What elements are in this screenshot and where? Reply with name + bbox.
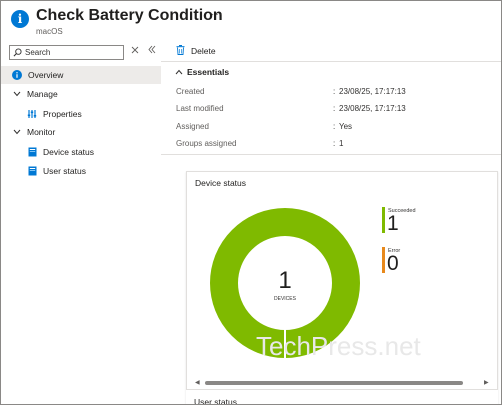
more-options-button[interactable]: ··· <box>211 9 224 20</box>
sidebar-item-properties[interactable]: Properties <box>1 105 161 123</box>
essentials-row-last-modified: Last modified : 23/08/25, 17:17:13 <box>176 104 406 113</box>
essentials-row-groups-assigned: Groups assigned : 1 <box>176 139 344 148</box>
sidebar: Overview Manage Properties <box>1 41 161 404</box>
donut-center-value: 1 <box>278 267 291 294</box>
sidebar-item-overview[interactable]: Overview <box>1 66 161 84</box>
card-title: User status <box>194 397 237 405</box>
essentials-label: Last modified <box>176 104 224 113</box>
page-subtitle: macOS <box>36 27 63 36</box>
device-status-donut-chart: 1 DEVICES <box>210 208 360 358</box>
chevron-up-icon <box>175 67 183 77</box>
sidebar-item-label: User status <box>43 166 86 176</box>
donut-center-label: DEVICES <box>274 296 297 302</box>
main-content: Delete Essentials Created : 23/08/25, 17… <box>161 41 501 405</box>
legend-value: 0 <box>387 252 399 275</box>
chevron-down-icon <box>11 88 23 100</box>
scrollbar-thumb[interactable] <box>205 381 463 385</box>
horizontal-scrollbar[interactable]: ◀ ▶ <box>195 379 491 387</box>
essentials-label: Created <box>176 87 205 96</box>
chevron-down-icon <box>11 126 23 138</box>
collapse-sidebar-button[interactable] <box>148 45 156 56</box>
legend-value: 1 <box>387 212 399 235</box>
info-icon: i <box>11 10 29 28</box>
user-status-icon <box>26 165 38 177</box>
essentials-value: 23/08/25, 17:17:13 <box>339 87 406 96</box>
sidebar-item-label: Properties <box>43 109 82 119</box>
essentials-heading: Essentials <box>187 67 230 77</box>
sidebar-item-device-status[interactable]: Device status <box>1 143 161 161</box>
delete-label: Delete <box>191 46 216 56</box>
trash-icon <box>176 45 185 57</box>
essentials-label: Groups assigned <box>176 139 237 148</box>
search-input[interactable] <box>25 48 120 57</box>
toolbar-divider <box>161 61 501 62</box>
search-box[interactable] <box>9 45 124 60</box>
user-status-card: User status <box>186 389 498 405</box>
device-status-card: Device status 1 DEVICES Succeeded 1 Erro… <box>186 171 498 404</box>
essentials-toggle[interactable]: Essentials <box>175 67 229 77</box>
legend-swatch <box>382 247 385 273</box>
scroll-right-icon[interactable]: ▶ <box>484 379 489 386</box>
delete-button[interactable]: Delete <box>176 45 216 57</box>
legend-swatch <box>382 207 385 233</box>
essentials-row-created: Created : 23/08/25, 17:17:13 <box>176 87 406 96</box>
essentials-row-assigned: Assigned : Yes <box>176 122 353 131</box>
device-status-icon <box>26 146 38 158</box>
expand-collapse-icon[interactable] <box>131 46 139 56</box>
properties-icon <box>26 108 38 120</box>
sidebar-group-label: Manage <box>27 89 58 99</box>
sidebar-group-label: Monitor <box>27 127 56 137</box>
sidebar-group-manage[interactable]: Manage <box>1 85 161 103</box>
sidebar-item-label: Overview <box>28 70 64 80</box>
essentials-value: 23/08/25, 17:17:13 <box>339 104 406 113</box>
search-icon <box>13 48 22 57</box>
page-header: i Check Battery Condition macOS ··· <box>1 1 501 41</box>
sidebar-item-user-status[interactable]: User status <box>1 162 161 180</box>
essentials-divider <box>161 154 501 155</box>
page-title: Check Battery Condition <box>36 7 223 24</box>
sidebar-item-label: Device status <box>43 147 95 157</box>
card-title: Device status <box>195 178 247 188</box>
essentials-value: Yes <box>339 122 353 131</box>
essentials-label: Assigned <box>176 122 209 131</box>
app-window: i Check Battery Condition macOS ··· Over… <box>0 0 502 405</box>
info-icon <box>11 69 23 81</box>
scroll-left-icon[interactable]: ◀ <box>195 379 200 386</box>
essentials-value: 1 <box>339 139 344 148</box>
sidebar-group-monitor[interactable]: Monitor <box>1 123 161 141</box>
